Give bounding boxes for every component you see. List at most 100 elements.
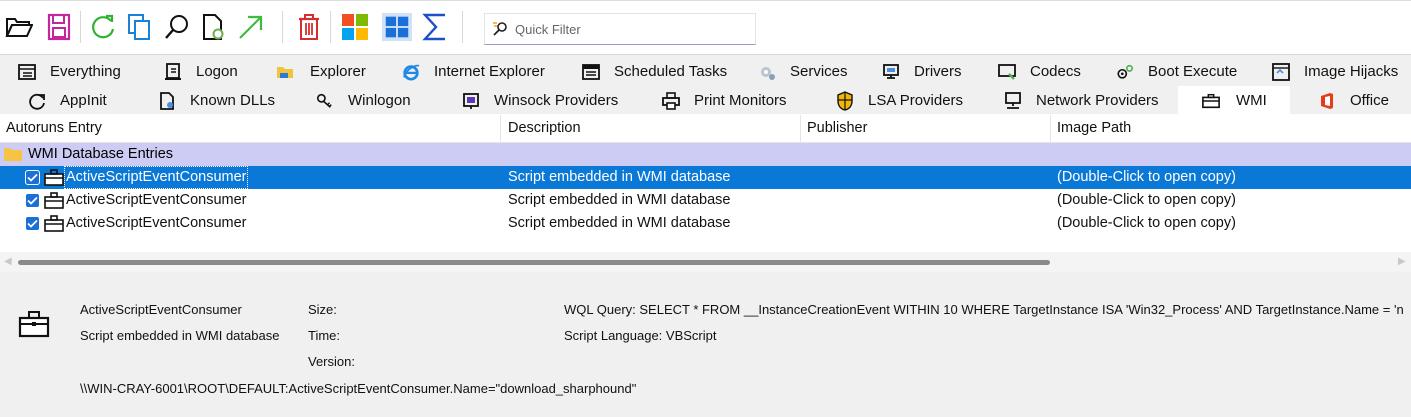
- explorer-icon: [276, 63, 294, 81]
- entry-image-path: (Double-Click to open copy): [1057, 215, 1236, 231]
- column-divider[interactable]: [1050, 115, 1051, 143]
- sigma-icon[interactable]: [420, 11, 450, 43]
- tab-drivers[interactable]: Drivers: [882, 57, 962, 86]
- group-row-wmi-database-entries[interactable]: WMI Database Entries: [0, 143, 1411, 166]
- column-divider[interactable]: [500, 115, 501, 143]
- column-divider[interactable]: [800, 115, 801, 143]
- wmi-entry-icon: [44, 215, 64, 232]
- tab-internet-explorer[interactable]: Internet Explorer: [402, 57, 545, 86]
- tab-lsa-providers[interactable]: LSA Providers: [836, 86, 963, 115]
- tab-wmi[interactable]: WMI: [1178, 86, 1290, 115]
- refresh-icon[interactable]: [88, 11, 118, 43]
- wmi-icon: [1202, 92, 1220, 110]
- winsock-providers-icon: [462, 92, 480, 110]
- tab-services[interactable]: Services: [758, 57, 848, 86]
- scroll-right-arrow-icon[interactable]: ▶: [1398, 256, 1406, 267]
- details-entry-name: ActiveScriptEventConsumer: [80, 302, 242, 317]
- entry-description: Script embedded in WMI database: [508, 192, 731, 208]
- column-header-description[interactable]: Description: [508, 120, 581, 136]
- tab-label: LSA Providers: [868, 92, 964, 109]
- tab-label: Office: [1350, 92, 1389, 109]
- wmi-entry-icon: [44, 169, 64, 186]
- details-size-label: Size:: [308, 302, 337, 317]
- tab-label: Internet Explorer: [434, 63, 545, 80]
- table-row[interactable]: ActiveScriptEventConsumer Script embedde…: [0, 189, 1411, 212]
- details-script-language: Script Language: VBScript: [564, 328, 717, 343]
- column-header-image-path[interactable]: Image Path: [1057, 120, 1131, 136]
- winlogon-icon: [316, 92, 334, 110]
- jump-icon[interactable]: [236, 11, 266, 43]
- quick-filter-field[interactable]: [484, 13, 756, 45]
- scrollbar-thumb[interactable]: [18, 260, 1050, 265]
- tab-label: Drivers: [914, 63, 962, 80]
- tab-codecs[interactable]: Codecs: [998, 57, 1081, 86]
- office-icon: [1318, 92, 1336, 110]
- properties-icon[interactable]: [198, 11, 228, 43]
- tab-logon[interactable]: Logon: [164, 57, 238, 86]
- entry-name: ActiveScriptEventConsumer: [66, 169, 247, 185]
- tab-print-monitors[interactable]: Print Monitors: [662, 86, 787, 115]
- drivers-icon: [882, 63, 900, 81]
- column-header-publisher[interactable]: Publisher: [807, 120, 867, 136]
- find-icon[interactable]: [162, 11, 192, 43]
- everything-icon: [18, 63, 36, 81]
- logon-icon: [164, 62, 182, 81]
- details-description: Script embedded in WMI database: [80, 328, 280, 343]
- tab-everything[interactable]: Everything: [18, 57, 121, 86]
- scroll-left-arrow-icon[interactable]: ◀: [4, 256, 12, 267]
- table-row[interactable]: ActiveScriptEventConsumer Script embedde…: [0, 212, 1411, 235]
- column-header: Autoruns Entry Description Publisher Ima…: [0, 115, 1411, 143]
- entry-checkbox[interactable]: [25, 170, 40, 185]
- toolbar-separator: [462, 11, 463, 43]
- quick-filter-input[interactable]: [515, 21, 745, 37]
- image-hijacks-icon: [1272, 62, 1290, 81]
- tab-known-dlls[interactable]: Known DLLs: [158, 86, 275, 115]
- tiles-icon[interactable]: [382, 11, 412, 43]
- details-wql-query: WQL Query: SELECT * FROM __InstanceCreat…: [564, 302, 1404, 317]
- delete-icon[interactable]: [294, 11, 324, 43]
- copy-icon[interactable]: [124, 11, 154, 43]
- entry-checkbox[interactable]: [25, 216, 40, 231]
- tab-appinit[interactable]: AppInit: [28, 86, 107, 115]
- network-providers-icon: [1004, 91, 1022, 110]
- tab-label: WMI: [1236, 92, 1267, 109]
- tab-image-hijacks[interactable]: Image Hijacks: [1272, 57, 1398, 86]
- tab-label: Network Providers: [1036, 92, 1159, 109]
- tab-boot-execute[interactable]: Boot Execute: [1116, 57, 1237, 86]
- tab-network-providers[interactable]: Network Providers: [1004, 86, 1159, 115]
- entry-description: Script embedded in WMI database: [508, 215, 731, 231]
- details-version-label: Version:: [308, 354, 355, 369]
- column-header-autoruns-entry[interactable]: Autoruns Entry: [6, 120, 102, 136]
- tab-office[interactable]: Office: [1318, 86, 1389, 115]
- tab-winlogon[interactable]: Winlogon: [316, 86, 411, 115]
- save-icon[interactable]: [44, 11, 74, 43]
- entry-name: ActiveScriptEventConsumer: [66, 192, 247, 208]
- toolbar-separator: [80, 11, 81, 43]
- tab-label: Known DLLs: [190, 92, 276, 109]
- tab-label: Print Monitors: [694, 92, 787, 109]
- tab-label: Codecs: [1030, 63, 1081, 80]
- lsa-providers-icon: [836, 90, 854, 111]
- tab-label: Logon: [196, 63, 238, 80]
- tab-explorer[interactable]: Explorer: [276, 57, 366, 86]
- details-pane: ActiveScriptEventConsumer Script embedde…: [0, 272, 1411, 417]
- tab-label: Winsock Providers: [494, 92, 619, 109]
- tab-label: Boot Execute: [1148, 63, 1238, 80]
- entry-checkbox[interactable]: [25, 193, 40, 208]
- tab-winsock-providers[interactable]: Winsock Providers: [462, 86, 618, 115]
- wmi-consumer-icon: [18, 311, 50, 338]
- services-icon: [758, 63, 776, 81]
- category-tabs: Everything Logon Explorer Internet Explo…: [0, 54, 1411, 115]
- horizontal-scrollbar[interactable]: ◀ ▶: [0, 252, 1411, 272]
- codecs-icon: [998, 63, 1016, 81]
- tab-label: Everything: [50, 63, 121, 80]
- entry-image-path: (Double-Click to open copy): [1057, 169, 1236, 185]
- tab-scheduled-tasks[interactable]: Scheduled Tasks: [582, 57, 727, 86]
- windows-logo-icon[interactable]: [340, 11, 370, 43]
- group-label: WMI Database Entries: [28, 146, 174, 162]
- tab-label: AppInit: [60, 92, 107, 109]
- entry-description: Script embedded in WMI database: [508, 169, 731, 185]
- table-row[interactable]: ActiveScriptEventConsumer Script embedde…: [0, 166, 1411, 189]
- open-icon[interactable]: [4, 11, 34, 43]
- entry-name: ActiveScriptEventConsumer: [66, 215, 247, 231]
